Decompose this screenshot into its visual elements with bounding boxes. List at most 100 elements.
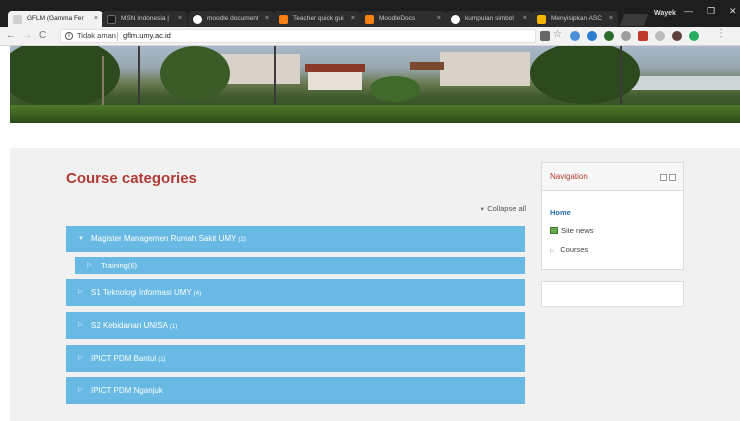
category-link[interactable]: S2 Kebidanan UNISA (1) <box>91 312 177 341</box>
tab-moodledocs[interactable]: MoodleDocs × <box>360 11 446 27</box>
extension-icon[interactable] <box>604 31 614 41</box>
moodle-favicon-icon <box>279 15 288 24</box>
category-row[interactable]: ▷ S2 Kebidanan UNISA (1) <box>66 312 525 339</box>
category-row[interactable]: ▷ IPICT PDM Bantul (1) <box>66 345 525 372</box>
courses-label: Courses <box>560 245 589 254</box>
collapsed-arrow-icon[interactable]: ▷ <box>87 257 92 274</box>
page-title: Course categories <box>66 170 197 187</box>
collapsed-arrow-icon: ▷ <box>550 248 555 254</box>
extension-icon[interactable] <box>672 31 682 41</box>
tree-shape <box>160 46 230 101</box>
header-banner-image <box>10 46 740 123</box>
lamp-pole <box>274 46 276 112</box>
tree-shape <box>370 76 420 102</box>
course-count: (2) <box>238 237 246 243</box>
lawn-shape <box>10 105 740 123</box>
collapsed-arrow-icon[interactable]: ▷ <box>78 377 83 404</box>
subcategory-link[interactable]: Training(6) <box>101 257 137 274</box>
navigation-title: Navigation <box>550 172 588 181</box>
category-link[interactable]: IPICT PDM Nganjuk <box>91 377 165 406</box>
category-name: Magister Managemen Rumah Sakit UMY <box>91 234 237 243</box>
category-link[interactable]: S1 Teknologi Informasi UMY (4) <box>91 279 201 308</box>
info-icon[interactable]: i <box>65 32 73 40</box>
tab-close-icon[interactable]: × <box>178 11 182 27</box>
minimize-icon[interactable]: — <box>684 6 693 16</box>
course-count: (6) <box>127 261 137 270</box>
menu-dots-icon[interactable]: ⋮ <box>716 28 726 39</box>
tab-close-icon[interactable]: × <box>94 11 98 27</box>
moodle-favicon-icon <box>365 15 374 24</box>
tab-menyisipkan-ascii[interactable]: Menyisipkan ASCI × <box>532 11 618 27</box>
category-row[interactable]: ▼ Magister Managemen Rumah Sakit UMY (2) <box>66 226 525 252</box>
collapsed-arrow-icon[interactable]: ▷ <box>78 312 83 339</box>
tab-title: Teacher quick guid <box>293 15 344 22</box>
navigation-header: Navigation <box>542 163 683 191</box>
security-status: Tidak aman <box>77 31 116 40</box>
tab-close-icon[interactable]: × <box>437 11 441 27</box>
extension-icon[interactable] <box>655 31 665 41</box>
tab-moodle-document[interactable]: moodle document × <box>188 11 274 27</box>
tab-title: moodle document <box>207 15 258 22</box>
tab-title: MSN Indonesia | E <box>121 15 171 22</box>
site-news-label: Site news <box>561 226 594 235</box>
category-link[interactable]: Magister Managemen Rumah Sakit UMY (2) <box>91 226 246 253</box>
tab-close-icon[interactable]: × <box>523 11 527 27</box>
maximize-icon[interactable]: ❐ <box>707 6 715 17</box>
course-count: (1) <box>169 324 178 330</box>
course-count: (4) <box>193 291 202 297</box>
roof-shape <box>305 64 365 72</box>
collapsed-arrow-icon[interactable]: ▷ <box>78 345 83 372</box>
dock-block-icon[interactable] <box>660 174 667 181</box>
empty-side-block <box>541 281 684 307</box>
category-name: IPICT PDM Bantul <box>91 354 157 363</box>
tab-close-icon[interactable]: × <box>609 11 613 27</box>
site-news-icon <box>550 227 558 234</box>
course-count: (1) <box>158 357 166 363</box>
msn-favicon-icon <box>107 15 116 24</box>
close-window-icon[interactable]: ✕ <box>729 6 737 17</box>
bookmark-star-icon[interactable]: ☆ <box>553 29 562 40</box>
new-tab-button[interactable] <box>619 14 649 26</box>
translate-icon[interactable] <box>540 31 550 41</box>
tab-title: kumpulan simbol <box>465 15 514 22</box>
subcategory-row[interactable]: ▷ Training(6) <box>75 257 525 274</box>
nav-courses-link[interactable]: ▷ Courses <box>550 245 588 254</box>
extension-icon[interactable] <box>689 31 699 41</box>
expanded-arrow-icon[interactable]: ▼ <box>78 226 84 252</box>
category-row[interactable]: ▷ IPICT PDM Nganjuk <box>66 377 525 404</box>
url-field[interactable]: i Tidak aman gflm.umy.ac.id <box>60 29 536 43</box>
subcategory-name: Training <box>101 261 128 270</box>
tab-title: Menyisipkan ASCI <box>551 15 602 22</box>
hide-block-icon[interactable] <box>669 174 676 181</box>
back-arrow-icon[interactable]: ← <box>6 30 16 41</box>
tab-kumpulan-simbol[interactable]: kumpulan simbol × <box>446 11 532 27</box>
tab-title: MoodleDocs <box>379 15 416 22</box>
extension-icon[interactable] <box>638 31 648 41</box>
building-shape <box>308 72 362 90</box>
nav-home-link[interactable]: Home <box>550 208 571 217</box>
tab-close-icon[interactable]: × <box>351 11 355 27</box>
category-name: S1 Teknologi Informasi UMY <box>91 288 192 297</box>
collapse-triangle-icon: ▼ <box>479 207 486 213</box>
category-link[interactable]: IPICT PDM Bantul (1) <box>91 345 166 374</box>
tab-msn[interactable]: MSN Indonesia | E × <box>102 11 187 27</box>
tab-gflm[interactable]: GFLM (Gamma Fer × <box>8 11 103 27</box>
collapsed-arrow-icon[interactable]: ▷ <box>78 279 83 306</box>
profile-name[interactable]: Wayek <box>654 10 676 17</box>
extension-icon[interactable] <box>587 31 597 41</box>
url-text[interactable]: gflm.umy.ac.id <box>123 31 171 40</box>
collapse-all-link[interactable]: ▼ Collapse all <box>479 204 526 213</box>
divider <box>117 32 118 41</box>
reload-icon[interactable]: C <box>39 30 46 41</box>
tab-teacher-quick-guide[interactable]: Teacher quick guid × <box>274 11 360 27</box>
category-row[interactable]: ▷ S1 Teknologi Informasi UMY (4) <box>66 279 525 306</box>
navigation-block: Navigation Home Site news ▷ Courses <box>541 162 684 270</box>
bookmark-favicon-icon <box>537 15 546 24</box>
tab-close-icon[interactable]: × <box>265 11 269 27</box>
category-name: IPICT PDM Nganjuk <box>91 386 163 395</box>
forward-arrow-icon[interactable]: → <box>22 30 32 41</box>
address-bar: ← → C i Tidak aman gflm.umy.ac.id ☆ ⋮ <box>0 27 740 46</box>
extension-icon[interactable] <box>570 31 580 41</box>
extension-icon[interactable] <box>621 31 631 41</box>
nav-site-news-link[interactable]: Site news <box>550 226 594 235</box>
